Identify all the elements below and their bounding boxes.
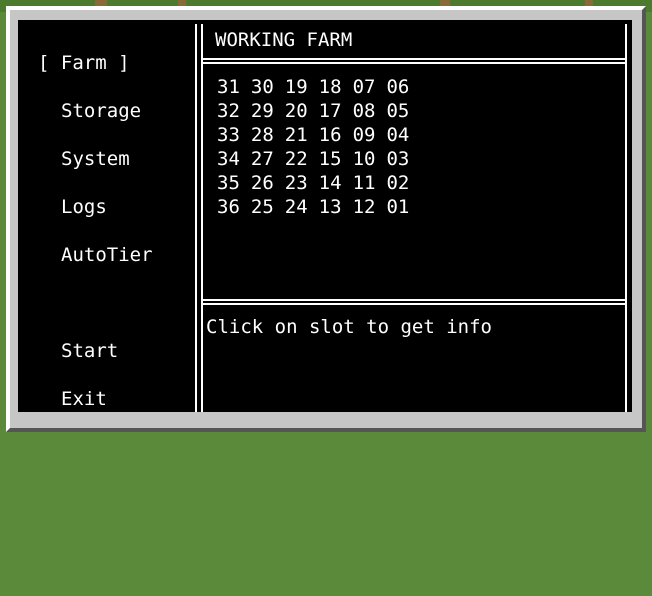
farm-grid-row: 32 29 20 17 08 05 xyxy=(217,99,409,123)
farm-slot[interactable]: 20 xyxy=(285,99,308,123)
farm-slot[interactable]: 34 xyxy=(217,147,240,171)
farm-slot[interactable]: 25 xyxy=(251,195,274,219)
menu-item-exit[interactable]: Exit xyxy=(61,387,107,411)
farm-slot[interactable]: 11 xyxy=(353,171,376,195)
farm-grid-row: 34 27 22 15 10 03 xyxy=(217,147,409,171)
farm-slot[interactable]: 07 xyxy=(353,75,376,99)
right-border xyxy=(625,24,627,412)
farm-slot[interactable]: 14 xyxy=(319,171,342,195)
farm-slot[interactable]: 10 xyxy=(353,147,376,171)
farm-slot[interactable]: 31 xyxy=(217,75,240,99)
farm-slot[interactable]: 23 xyxy=(285,171,308,195)
farm-slot[interactable]: 06 xyxy=(386,75,409,99)
farm-slot[interactable]: 26 xyxy=(251,171,274,195)
farm-slot[interactable]: 22 xyxy=(285,147,308,171)
farm-slot[interactable]: 27 xyxy=(251,147,274,171)
menu-item-storage[interactable]: Storage xyxy=(61,99,141,123)
terminal-screen: [ Farm ] Storage System Logs AutoTier St… xyxy=(18,20,632,412)
farm-slot[interactable]: 15 xyxy=(319,147,342,171)
farm-slot[interactable]: 29 xyxy=(251,99,274,123)
farm-slot[interactable]: 30 xyxy=(251,75,274,99)
farm-slot[interactable]: 05 xyxy=(386,99,409,123)
farm-slot[interactable]: 32 xyxy=(217,99,240,123)
farm-slot[interactable]: 35 xyxy=(217,171,240,195)
farm-slot[interactable]: 04 xyxy=(386,123,409,147)
menu-item-system[interactable]: System xyxy=(61,147,130,171)
info-text: Click on slot to get info xyxy=(206,316,492,338)
farm-slot[interactable]: 19 xyxy=(285,75,308,99)
panel-title: WORKING FARM xyxy=(215,29,353,51)
farm-slot[interactable]: 16 xyxy=(319,123,342,147)
farm-grid-row: 33 28 21 16 09 04 xyxy=(217,123,409,147)
farm-slot[interactable]: 18 xyxy=(319,75,342,99)
farm-slot-grid: 31 30 19 18 07 06 32 29 20 17 08 05 33 28 21 16 09 04 34 27… xyxy=(217,75,409,219)
farm-slot[interactable]: 36 xyxy=(217,195,240,219)
farm-slot[interactable]: 33 xyxy=(217,123,240,147)
farm-slot[interactable]: 12 xyxy=(353,195,376,219)
farm-slot[interactable]: 02 xyxy=(386,171,409,195)
farm-slot[interactable]: 28 xyxy=(251,123,274,147)
menu-item-start[interactable]: Start xyxy=(61,339,118,363)
menu-item-autotier[interactable]: AutoTier xyxy=(61,243,153,267)
farm-grid-row: 35 26 23 14 11 02 xyxy=(217,171,409,195)
farm-slot[interactable]: 08 xyxy=(353,99,376,123)
info-divider xyxy=(203,299,625,305)
farm-slot[interactable]: 21 xyxy=(285,123,308,147)
menu-item-logs[interactable]: Logs xyxy=(61,195,107,219)
menu-divider xyxy=(195,24,203,412)
farm-slot[interactable]: 24 xyxy=(285,195,308,219)
farm-slot[interactable]: 03 xyxy=(386,147,409,171)
farm-grid-row: 36 25 24 13 12 01 xyxy=(217,195,409,219)
title-divider xyxy=(203,58,625,64)
farm-slot[interactable]: 09 xyxy=(353,123,376,147)
farm-slot[interactable]: 13 xyxy=(319,195,342,219)
farm-slot[interactable]: 17 xyxy=(319,99,342,123)
menu-item-farm[interactable]: [ Farm ] xyxy=(38,51,130,75)
farm-grid-row: 31 30 19 18 07 06 xyxy=(217,75,409,99)
farm-slot[interactable]: 01 xyxy=(386,195,409,219)
